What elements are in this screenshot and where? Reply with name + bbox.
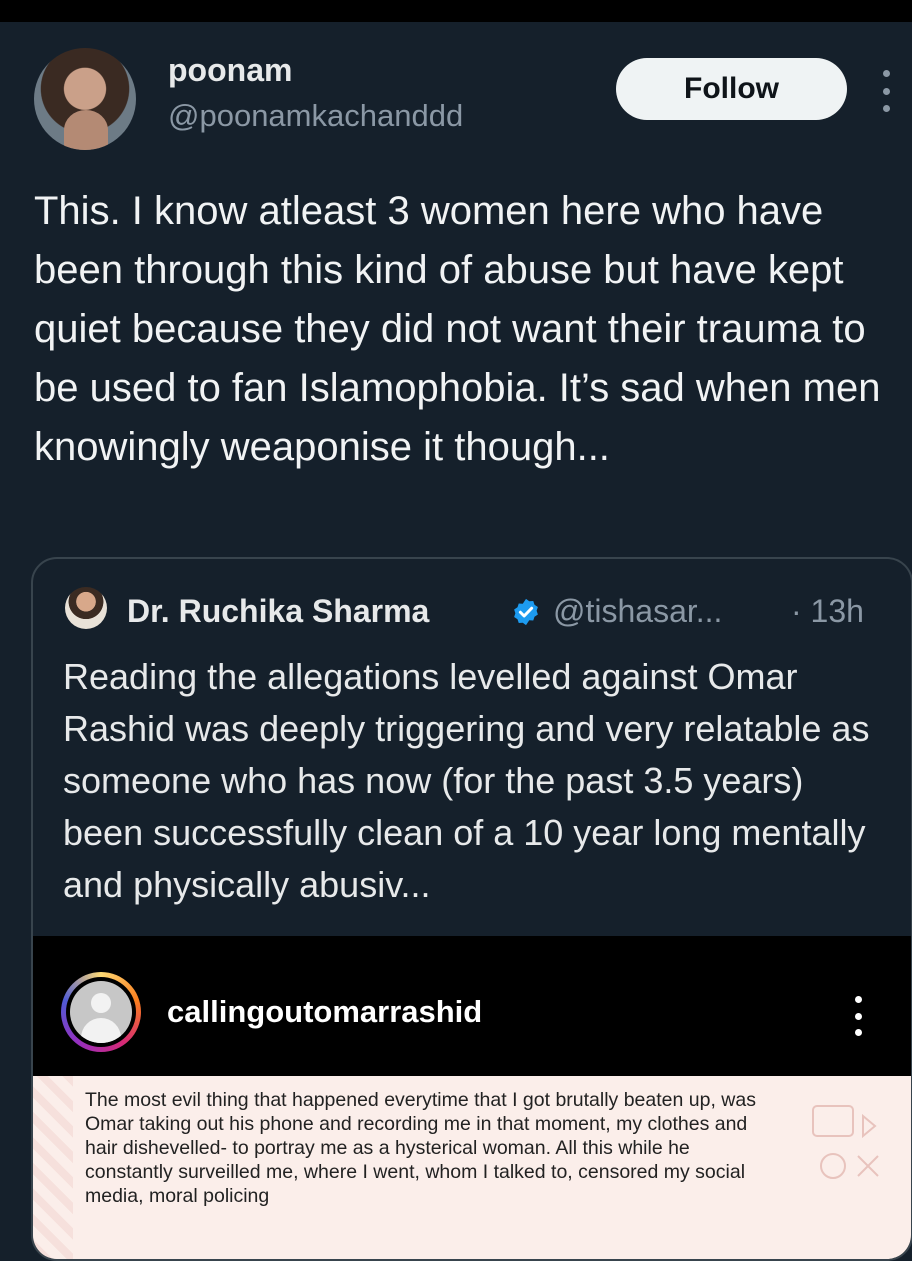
instagram-username: callingoutomarrashid xyxy=(167,994,483,1029)
author-name[interactable]: poonam xyxy=(168,52,292,89)
embedded-instagram-post: callingoutomarrashid The most evil thing… xyxy=(33,936,911,1259)
post-text: This. I know atleast 3 women here who ha… xyxy=(34,189,881,469)
quoted-post[interactable]: Dr. Ruchika Sharma @tishasar... · 13h Re… xyxy=(31,557,912,1261)
author-avatar[interactable] xyxy=(34,48,136,150)
follow-button[interactable]: Follow xyxy=(616,58,847,120)
verified-badge-icon xyxy=(514,598,538,626)
instagram-card-text: The most evil thing that happened everyt… xyxy=(85,1089,756,1207)
instagram-text-card: The most evil thing that happened everyt… xyxy=(33,1076,911,1259)
more-options-icon[interactable] xyxy=(876,70,896,112)
quoted-author-name: Dr. Ruchika Sharma xyxy=(127,593,430,629)
quoted-author-handle: @tishasar... xyxy=(553,593,723,629)
instagram-avatar xyxy=(61,972,141,1052)
decorative-doodle-icon xyxy=(812,1105,879,1179)
instagram-more-icon xyxy=(853,996,863,1036)
quoted-author-avatar xyxy=(65,587,107,629)
status-bar xyxy=(0,0,912,22)
quoted-timestamp: · 13h xyxy=(791,593,864,629)
quoted-post-text: Reading the allegations levelled against… xyxy=(63,656,870,905)
author-handle[interactable]: @poonamkachanddd xyxy=(168,98,463,134)
